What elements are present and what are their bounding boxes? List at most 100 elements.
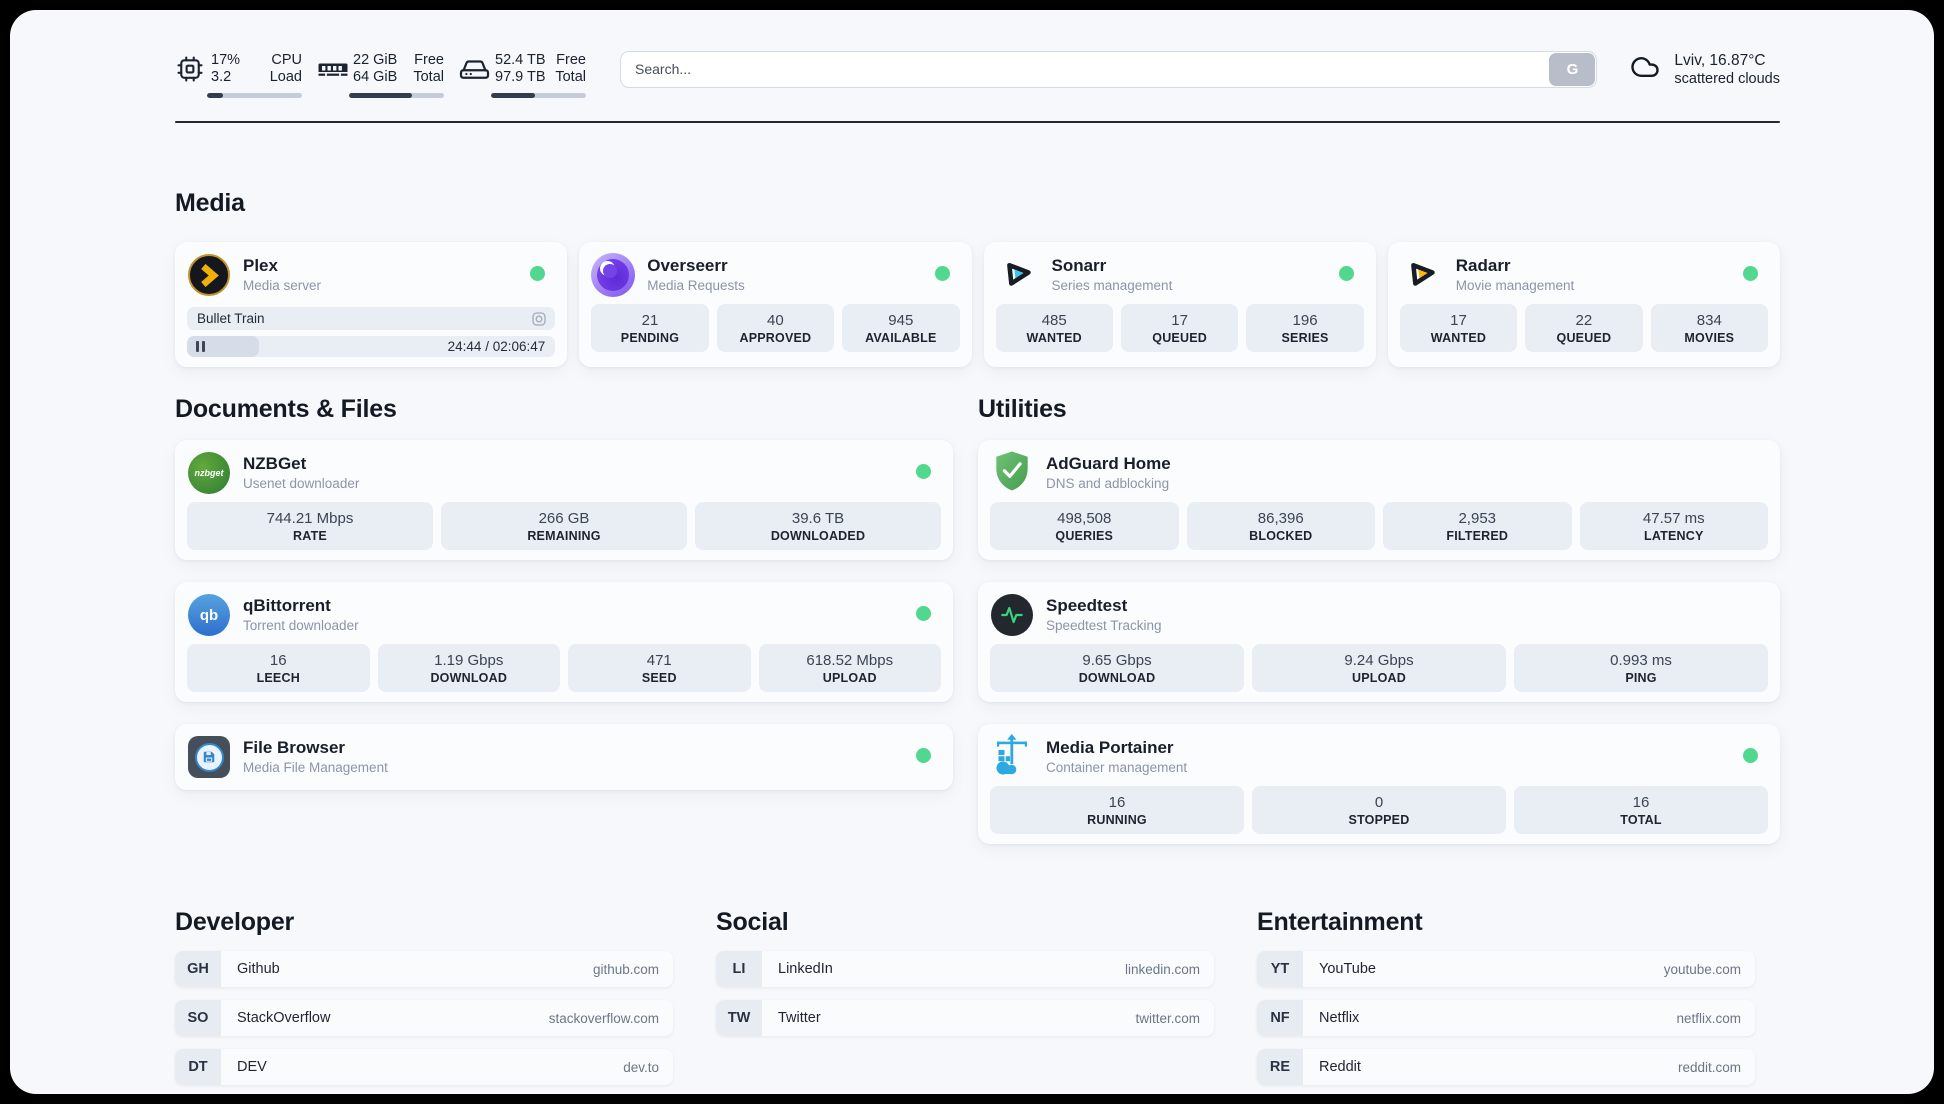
stat-tile: 21 PENDING <box>591 304 709 352</box>
stat-tile: 945 AVAILABLE <box>842 304 960 352</box>
status-online-dot <box>916 464 931 479</box>
links-column-developer: Developer GH Github github.com SO StackO… <box>175 908 673 1094</box>
stat-tile: 22 QUEUED <box>1525 304 1643 352</box>
stat-value: 9.24 Gbps <box>1344 651 1414 669</box>
stat-label: PENDING <box>620 330 680 345</box>
stat-label: WANTED <box>1026 330 1082 345</box>
overseerr-icon <box>591 253 636 297</box>
link-row-twitter[interactable]: TW Twitter twitter.com <box>716 1000 1214 1036</box>
app-description: Movie management <box>1455 278 1575 293</box>
portainer-crane-icon <box>990 733 1034 782</box>
app-description: Media Requests <box>647 278 745 293</box>
link-name: DEV <box>237 1059 267 1075</box>
link-row-netflix[interactable]: NF Netflix netflix.com <box>1257 1000 1755 1036</box>
app-card-radarr[interactable]: Radarr Movie management 17 WANTED 22 QUE… <box>1387 242 1780 367</box>
status-online-dot <box>916 606 931 621</box>
app-card-sonarr[interactable]: Sonarr Series management 485 WANTED 17 Q… <box>983 242 1376 367</box>
stat-label: QUEUED <box>1152 330 1207 345</box>
stat-label: AVAILABLE <box>865 330 937 345</box>
app-description: Speedtest Tracking <box>1046 618 1162 633</box>
link-abbr-badge: YT <box>1257 951 1303 987</box>
stat-tile: 16 LEECH <box>187 644 370 692</box>
stat-value: 47.57 ms <box>1642 509 1705 527</box>
link-url: reddit.com <box>1677 1059 1741 1075</box>
pause-icon[interactable] <box>196 341 205 352</box>
playback-progress-row: 24:44 / 02:06:47 <box>187 336 556 357</box>
link-url: dev.to <box>623 1059 659 1075</box>
link-abbr-badge: GH <box>175 951 221 987</box>
section-title-utilities: Utilities <box>978 395 1067 423</box>
link-row-youtube[interactable]: YT YouTube youtube.com <box>1257 951 1755 987</box>
app-card-qbittorrent[interactable]: qb qBittorrent Torrent downloader 16 LEE… <box>175 582 953 702</box>
stat-value: 0.993 ms <box>1610 651 1672 669</box>
speedtest-pulse-icon <box>991 594 1033 636</box>
link-abbr-badge: LI <box>716 951 762 987</box>
section-title-social: Social <box>716 908 789 936</box>
app-name: Speedtest <box>1046 596 1128 615</box>
ram-free-value: 22 GiB <box>353 51 398 68</box>
search-bar: G <box>620 50 1598 88</box>
app-name: Media Portainer <box>1046 738 1174 757</box>
link-row-reddit[interactable]: RE Reddit reddit.com <box>1257 1049 1755 1085</box>
link-abbr-badge: RE <box>1257 1049 1303 1085</box>
link-row-linkedin[interactable]: LI LinkedIn linkedin.com <box>716 951 1214 987</box>
stat-value: 266 GB <box>538 509 590 527</box>
app-name: Overseerr <box>647 256 728 275</box>
app-card-nzbget[interactable]: nzbget NZBGet Usenet downloader 744.21 M… <box>175 440 953 560</box>
app-name: File Browser <box>243 738 346 757</box>
app-card-adguard[interactable]: AdGuard Home DNS and adblocking 498,508 … <box>978 440 1780 560</box>
stat-value: 40 <box>767 311 784 329</box>
stat-value: 16 <box>1108 793 1126 811</box>
link-row-github[interactable]: GH Github github.com <box>175 951 673 987</box>
app-name: Sonarr <box>1051 256 1107 275</box>
stat-value: 22 <box>1575 311 1593 329</box>
app-description: Usenet downloader <box>243 476 360 491</box>
app-card-filebrowser[interactable]: File Browser Media File Management <box>175 724 953 790</box>
link-abbr-badge: DT <box>175 1049 221 1085</box>
stat-label: RATE <box>293 528 327 543</box>
stat-value: 744.21 Mbps <box>266 509 354 527</box>
stat-value: 17 <box>1171 311 1188 329</box>
ram-free-label: Free <box>414 51 444 68</box>
app-name: qBittorrent <box>243 596 331 615</box>
app-card-speedtest[interactable]: Speedtest Speedtest Tracking 9.65 Gbps D… <box>978 582 1780 702</box>
now-playing-row: Bullet Train <box>187 307 556 330</box>
stat-label: UPLOAD <box>822 670 877 685</box>
disk-progress-bar <box>491 93 586 98</box>
link-row-dev[interactable]: DT DEV dev.to <box>175 1049 673 1085</box>
stat-label: QUERIES <box>1055 528 1114 543</box>
stat-value: 2,953 <box>1458 509 1497 527</box>
stat-label: PING <box>1625 670 1657 685</box>
cpu-load-value: 3.2 <box>211 69 232 85</box>
link-name: YouTube <box>1319 961 1376 977</box>
link-name: Reddit <box>1319 1059 1361 1075</box>
link-abbr-badge: SO <box>175 1000 221 1036</box>
dashboard-frame: 17% 3.2 CPU Load 22 GiB 64 GiB Free Tota… <box>10 10 1934 1094</box>
disk-free-label: Free <box>556 51 586 68</box>
stat-label: TOTAL <box>1620 812 1662 827</box>
stat-tile: 39.6 TB DOWNLOADED <box>695 502 941 550</box>
stat-tile: 485 WANTED <box>995 304 1113 352</box>
app-card-plex[interactable]: Plex Media server Bullet Train 24:44 / 0… <box>175 242 568 367</box>
link-row-stackoverflow[interactable]: SO StackOverflow stackoverflow.com <box>175 1000 673 1036</box>
stat-value: 9.65 Gbps <box>1082 651 1152 669</box>
stat-value: 945 <box>888 311 914 329</box>
stat-tile: 618.52 Mbps UPLOAD <box>758 644 941 692</box>
link-abbr-badge: NF <box>1257 1000 1303 1036</box>
link-url: twitter.com <box>1135 1010 1200 1026</box>
app-description: Series management <box>1051 278 1173 293</box>
app-card-overseerr[interactable]: Overseerr Media Requests 21 PENDING 40 A… <box>579 242 972 367</box>
section-title-developer: Developer <box>175 908 295 936</box>
link-name: Netflix <box>1319 1010 1360 1026</box>
playback-time: 24:44 / 02:06:47 <box>447 339 546 354</box>
status-online-dot <box>916 748 931 763</box>
stat-label: DOWNLOAD <box>430 670 508 685</box>
stat-tile: 9.65 Gbps DOWNLOAD <box>990 644 1244 692</box>
stat-value: 39.6 TB <box>791 509 845 527</box>
search-input[interactable] <box>620 50 1598 88</box>
app-name: Plex <box>243 256 278 275</box>
cpu-usage-percent: 17% <box>211 51 241 68</box>
app-card-portainer[interactable]: Media Portainer Container management 16 … <box>978 724 1780 844</box>
search-engine-button[interactable]: G <box>1549 52 1596 86</box>
stat-label: LATENCY <box>1644 528 1704 543</box>
